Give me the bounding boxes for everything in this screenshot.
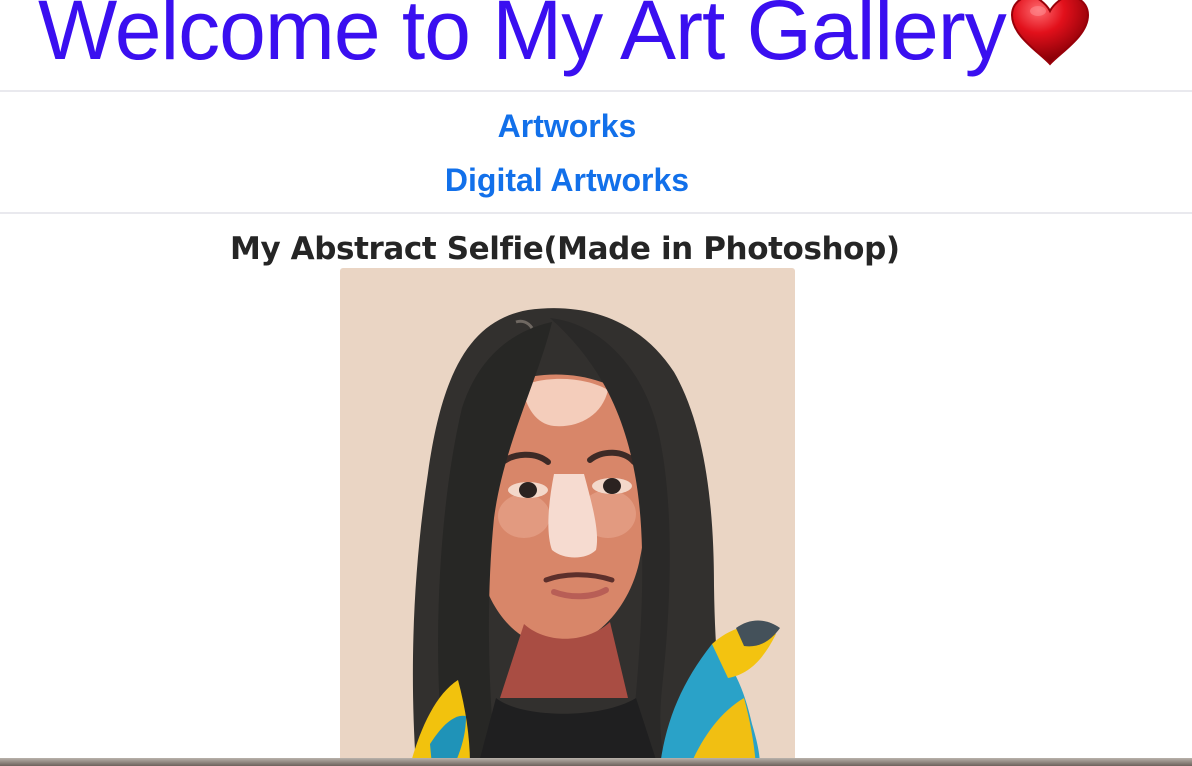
nav-link-artworks[interactable]: Artworks — [0, 106, 1134, 146]
site-header: Welcome to My Art Gallery — [0, 0, 1192, 92]
abstract-selfie-image — [340, 268, 795, 766]
artwork-title: My Abstract Selfie(Made in Photoshop) — [230, 231, 900, 267]
taskbar-edge — [0, 758, 1192, 766]
main-nav: Artworks Digital Artworks — [0, 92, 1192, 214]
gallery-page: Welcome to My Art Gallery Artworks Digit… — [0, 0, 1192, 766]
heart-icon — [1010, 0, 1090, 66]
page-title: Welcome to My Art Gallery — [38, 0, 1007, 77]
nav-link-digital-artworks[interactable]: Digital Artworks — [0, 160, 1134, 200]
